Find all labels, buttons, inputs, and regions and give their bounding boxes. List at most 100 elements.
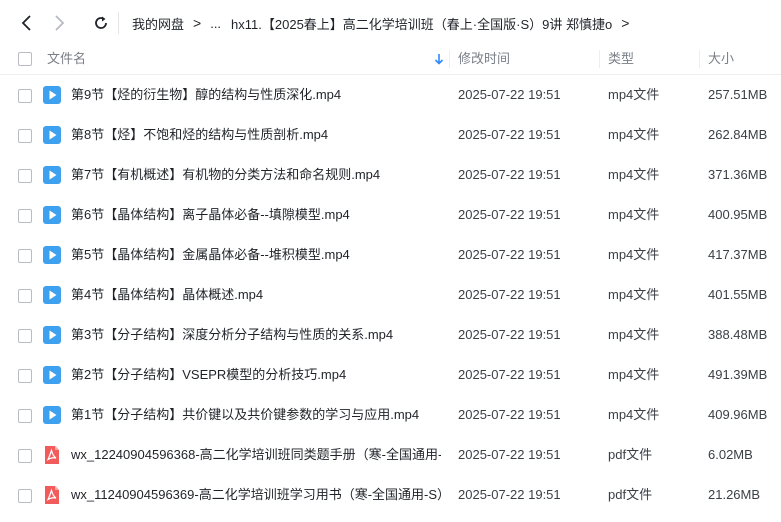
- file-row[interactable]: 第9节【烃的衍生物】醇的结构与性质深化.mp4 2025-07-22 19:51 m…: [0, 75, 781, 115]
- video-file-icon: [43, 366, 61, 384]
- file-name[interactable]: 第2节【分子结构】VSEPR模型的分析技巧.mp4: [71, 355, 441, 395]
- file-type: mp4文件: [608, 167, 660, 182]
- column-divider[interactable]: [599, 50, 600, 68]
- file-modified-time: 2025-07-22 19:51: [458, 487, 561, 502]
- video-file-icon: [43, 206, 61, 224]
- file-name[interactable]: 第1节【分子结构】共价键以及共价键参数的学习与应用.mp4: [71, 395, 441, 435]
- sort-down-arrow-icon[interactable]: [434, 53, 444, 65]
- column-header-name[interactable]: 文件名: [47, 44, 86, 74]
- row-checkbox[interactable]: [18, 249, 32, 263]
- row-checkbox[interactable]: [18, 449, 32, 463]
- video-file-icon: [43, 126, 61, 144]
- file-list-header: 文件名 修改时间 类型 大小: [0, 44, 781, 75]
- navigation-bar: 我的网盘 > ... hx11.【2025春上】高二化学培训班（春上·全国版·S…: [0, 0, 781, 44]
- column-divider[interactable]: [449, 50, 450, 68]
- breadcrumb-root[interactable]: 我的网盘: [132, 14, 184, 33]
- file-row[interactable]: 第3节【分子结构】深度分析分子结构与性质的关系.mp4 2025-07-22 19…: [0, 315, 781, 355]
- file-name[interactable]: 第7节【有机概述】有机物的分类方法和命名规则.mp4: [71, 155, 441, 195]
- file-type: mp4文件: [608, 247, 660, 262]
- file-row[interactable]: 第7节【有机概述】有机物的分类方法和命名规则.mp4 2025-07-22 19:…: [0, 155, 781, 195]
- row-checkbox[interactable]: [18, 329, 32, 343]
- file-type: mp4文件: [608, 407, 660, 422]
- chevron-right-icon: [55, 15, 65, 31]
- forward-button[interactable]: [48, 12, 70, 34]
- file-row[interactable]: 第4节【晶体结构】晶体概述.mp4 2025-07-22 19:51 mp4文件 40…: [0, 275, 781, 315]
- file-name[interactable]: 第8节【烃】不饱和烃的结构与性质剖析.mp4: [71, 115, 441, 155]
- file-size: 257.51MB: [708, 87, 768, 102]
- file-row[interactable]: 第8节【烃】不饱和烃的结构与性质剖析.mp4 2025-07-22 19:51 mp…: [0, 115, 781, 155]
- select-all-checkbox[interactable]: [18, 52, 32, 66]
- file-size: 388.48MB: [708, 327, 768, 342]
- row-checkbox[interactable]: [18, 89, 32, 103]
- refresh-button[interactable]: [90, 12, 112, 34]
- file-size: 417.37MB: [708, 247, 768, 262]
- file-name[interactable]: 第6节【晶体结构】离子晶体必备--填隙模型.mp4: [71, 195, 441, 235]
- file-size: 262.84MB: [708, 127, 768, 142]
- row-checkbox[interactable]: [18, 369, 32, 383]
- column-header-type[interactable]: 类型: [608, 44, 634, 74]
- file-modified-time: 2025-07-22 19:51: [458, 407, 561, 422]
- column-header-modified[interactable]: 修改时间: [458, 44, 510, 74]
- file-modified-time: 2025-07-22 19:51: [458, 447, 561, 462]
- video-file-icon: [43, 166, 61, 184]
- file-name[interactable]: 第5节【晶体结构】金属晶体必备--堆积模型.mp4: [71, 235, 441, 275]
- nav-divider: [118, 12, 119, 34]
- file-list: 第9节【烃的衍生物】醇的结构与性质深化.mp4 2025-07-22 19:51 m…: [0, 75, 781, 515]
- file-name[interactable]: wx_11240904596369-高二化学培训班学习用书（寒-全国通用-S）.…: [71, 475, 441, 515]
- file-size: 6.02MB: [708, 447, 753, 462]
- row-checkbox[interactable]: [18, 409, 32, 423]
- file-type: mp4文件: [608, 87, 660, 102]
- file-row[interactable]: wx_11240904596369-高二化学培训班学习用书（寒-全国通用-S）.…: [0, 475, 781, 515]
- video-file-icon: [43, 406, 61, 424]
- file-modified-time: 2025-07-22 19:51: [458, 367, 561, 382]
- breadcrumb-current[interactable]: hx11.【2025春上】高二化学培训班（春上·全国版·S）9讲 郑慎捷o: [231, 14, 612, 33]
- file-name[interactable]: wx_12240904596368-高二化学培训班同类题手册（寒-全国通用-S.…: [71, 435, 441, 475]
- refresh-icon: [95, 16, 107, 29]
- file-row[interactable]: 第5节【晶体结构】金属晶体必备--堆积模型.mp4 2025-07-22 19:5…: [0, 235, 781, 275]
- file-row[interactable]: 第1节【分子结构】共价键以及共价键参数的学习与应用.mp4 2025-07-22 …: [0, 395, 781, 435]
- row-checkbox[interactable]: [18, 209, 32, 223]
- file-size: 491.39MB: [708, 367, 768, 382]
- file-modified-time: 2025-07-22 19:51: [458, 287, 561, 302]
- breadcrumb-ellipsis[interactable]: ...: [210, 16, 221, 31]
- file-name[interactable]: 第4节【晶体结构】晶体概述.mp4: [71, 275, 441, 315]
- breadcrumb-separator-icon: >: [621, 15, 630, 31]
- file-type: mp4文件: [608, 207, 660, 222]
- file-modified-time: 2025-07-22 19:51: [458, 247, 561, 262]
- file-type: mp4文件: [608, 367, 660, 382]
- file-modified-time: 2025-07-22 19:51: [458, 127, 561, 142]
- file-type: mp4文件: [608, 327, 660, 342]
- row-checkbox[interactable]: [18, 489, 32, 503]
- video-file-icon: [43, 286, 61, 304]
- pdf-file-icon: [43, 446, 61, 464]
- file-type: pdf文件: [608, 487, 653, 502]
- file-modified-time: 2025-07-22 19:51: [458, 87, 561, 102]
- pdf-file-icon: [43, 486, 61, 504]
- column-header-size[interactable]: 大小: [708, 44, 734, 74]
- file-size: 409.96MB: [708, 407, 768, 422]
- file-row[interactable]: 第2节【分子结构】VSEPR模型的分析技巧.mp4 2025-07-22 19:5…: [0, 355, 781, 395]
- file-type: mp4文件: [608, 287, 660, 302]
- file-row[interactable]: wx_12240904596368-高二化学培训班同类题手册（寒-全国通用-S.…: [0, 435, 781, 475]
- file-name[interactable]: 第3节【分子结构】深度分析分子结构与性质的关系.mp4: [71, 315, 441, 355]
- row-checkbox[interactable]: [18, 289, 32, 303]
- file-modified-time: 2025-07-22 19:51: [458, 167, 561, 182]
- file-type: mp4文件: [608, 127, 660, 142]
- file-size: 400.95MB: [708, 207, 768, 222]
- row-checkbox[interactable]: [18, 129, 32, 143]
- chevron-left-icon: [21, 15, 31, 31]
- video-file-icon: [43, 86, 61, 104]
- column-divider[interactable]: [699, 50, 700, 68]
- file-name[interactable]: 第9节【烃的衍生物】醇的结构与性质深化.mp4: [71, 75, 441, 115]
- row-checkbox[interactable]: [18, 169, 32, 183]
- file-size: 401.55MB: [708, 287, 768, 302]
- video-file-icon: [43, 246, 61, 264]
- back-button[interactable]: [16, 12, 38, 34]
- file-size: 371.36MB: [708, 167, 768, 182]
- file-size: 21.26MB: [708, 487, 761, 502]
- breadcrumb-separator-icon: >: [193, 15, 202, 31]
- file-row[interactable]: 第6节【晶体结构】离子晶体必备--填隙模型.mp4 2025-07-22 19:5…: [0, 195, 781, 235]
- breadcrumb: 我的网盘 > ... hx11.【2025春上】高二化学培训班（春上·全国版·S…: [132, 13, 638, 33]
- file-modified-time: 2025-07-22 19:51: [458, 327, 561, 342]
- file-type: pdf文件: [608, 447, 653, 462]
